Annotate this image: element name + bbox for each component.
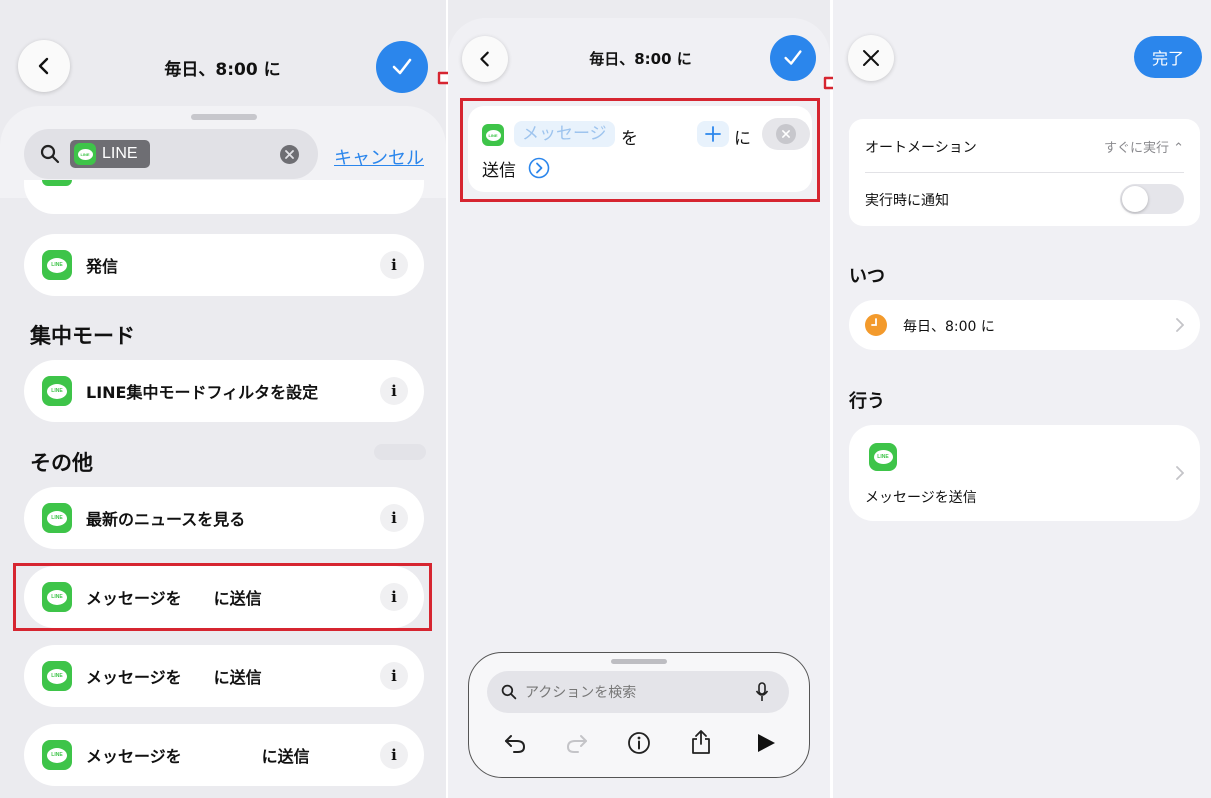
close-icon (863, 50, 879, 66)
action-dock: アクションを検索 (468, 652, 810, 778)
section-header: その他 (30, 451, 93, 475)
list-item[interactable]: LINE 発信 i (24, 234, 424, 296)
search-icon (501, 684, 517, 700)
header-title: 毎日、8:00 に (589, 50, 692, 68)
play-icon[interactable] (755, 732, 777, 754)
divider (865, 172, 1184, 173)
shortcut-editor-panel: 毎日、8:00 に LINE メッセージ を に 送信 アクションを検索 (448, 0, 830, 798)
redo-icon[interactable] (565, 731, 589, 755)
back-button[interactable] (462, 36, 508, 82)
info-button[interactable]: i (380, 741, 408, 769)
line-app-icon (42, 180, 72, 186)
search-icon (40, 144, 60, 164)
info-button[interactable]: i (380, 251, 408, 279)
undo-icon[interactable] (503, 731, 527, 755)
checkmark-icon (392, 58, 412, 75)
run-mode-selector[interactable]: すぐに実行 ⌃ (1104, 137, 1184, 156)
automation-label: オートメーション (865, 140, 977, 156)
when-header: いつ (849, 266, 885, 287)
info-icon[interactable] (627, 731, 651, 755)
when-row[interactable]: 毎日、8:00 に (849, 300, 1200, 350)
line-app-icon: LINE (42, 250, 72, 280)
chevron-left-icon (38, 57, 49, 75)
info-button[interactable]: i (380, 377, 408, 405)
line-app-icon: LINE (42, 661, 72, 691)
automation-summary-panel: 完了 オートメーション すぐに実行 ⌃ 実行時に通知 いつ 毎日、8:00 に … (833, 0, 1211, 798)
sheet-grabber[interactable] (191, 114, 257, 120)
list-item-label: 最新のニュースを見る (86, 510, 246, 529)
list-item-label: 発信 (86, 257, 119, 276)
search-field[interactable]: LINE LINE (24, 129, 318, 179)
line-app-icon: LINE (74, 143, 96, 165)
list-item-label: LINE集中モードフィルタを設定 (86, 383, 319, 402)
notify-toggle[interactable] (1120, 184, 1184, 214)
chevron-left-icon (480, 51, 489, 67)
header-title: 毎日、8:00 に (164, 60, 281, 80)
do-action-row[interactable]: LINE メッセージを送信 (849, 425, 1200, 521)
settings-card: オートメーション すぐに実行 ⌃ 実行時に通知 (849, 119, 1200, 226)
line-app-icon: LINE (42, 376, 72, 406)
list-item-label: メッセージを に送信 (86, 668, 262, 687)
back-button[interactable] (18, 40, 70, 92)
list-item[interactable] (24, 180, 424, 214)
confirm-button[interactable] (770, 35, 816, 81)
notify-label: 実行時に通知 (865, 193, 949, 209)
confirm-button[interactable] (376, 41, 428, 93)
scroll-indicator[interactable] (374, 444, 426, 460)
line-app-icon: LINE (869, 443, 897, 471)
highlight-box (13, 563, 432, 631)
toggle-knob (1122, 186, 1148, 212)
chevron-right-icon (1176, 466, 1184, 480)
do-header: 行う (849, 391, 885, 412)
list-item[interactable]: LINE LINE集中モードフィルタを設定 i (24, 360, 424, 422)
done-button[interactable]: 完了 (1134, 36, 1202, 78)
search-placeholder: アクションを検索 (525, 685, 637, 701)
do-action-label: メッセージを送信 (865, 490, 977, 506)
list-item-label: メッセージを に送信 (86, 747, 310, 766)
chevron-right-icon (1176, 318, 1184, 332)
search-token-text: LINE (102, 145, 138, 162)
list-item[interactable]: LINE メッセージを に送信 i (24, 645, 424, 707)
list-item[interactable]: LINE 最新のニュースを見る i (24, 487, 424, 549)
dock-grabber[interactable] (611, 659, 667, 664)
microphone-icon[interactable] (755, 682, 769, 702)
info-button[interactable]: i (380, 662, 408, 690)
checkmark-icon (784, 50, 802, 65)
section-header: 集中モード (30, 324, 135, 348)
action-search-field[interactable]: アクションを検索 (487, 671, 789, 713)
list-item[interactable]: LINE メッセージを に送信 i (24, 724, 424, 786)
clear-icon (285, 150, 294, 159)
when-value: 毎日、8:00 に (903, 319, 995, 335)
line-app-icon: LINE (42, 503, 72, 533)
cancel-button[interactable]: キャンセル (334, 144, 424, 170)
clock-icon (865, 314, 887, 336)
clear-search-button[interactable] (280, 145, 299, 164)
highlight-box (460, 98, 820, 202)
action-search-panel: 毎日、8:00 に LINE LINE キャンセル LINE 発信 i 集中モー… (0, 0, 446, 798)
search-token[interactable]: LINE LINE (70, 140, 150, 168)
close-button[interactable] (848, 35, 894, 81)
info-button[interactable]: i (380, 504, 408, 532)
share-icon[interactable] (689, 729, 713, 755)
line-app-icon: LINE (42, 740, 72, 770)
